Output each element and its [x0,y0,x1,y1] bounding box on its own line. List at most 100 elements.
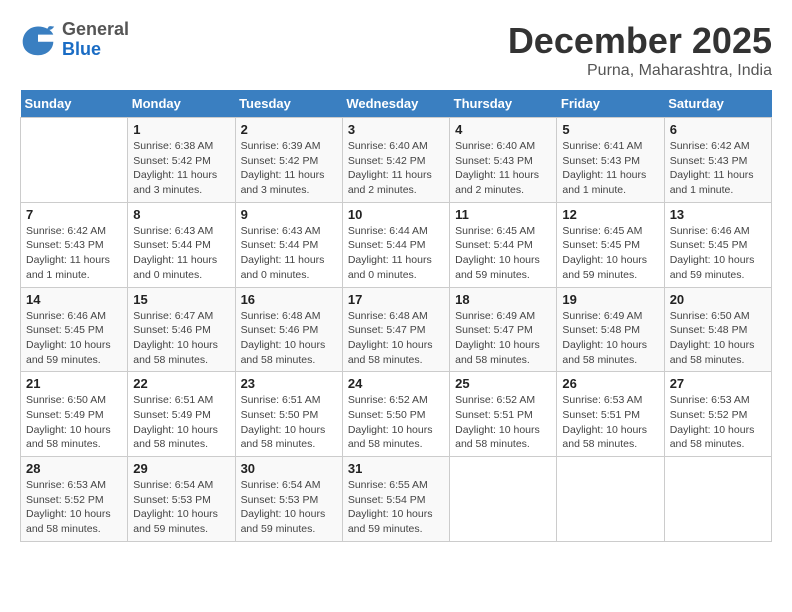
table-row: 25 Sunrise: 6:52 AMSunset: 5:51 PMDayligh… [450,372,557,457]
table-row [21,118,128,203]
calendar-header-row: Sunday Monday Tuesday Wednesday Thursday… [21,90,772,118]
day-number: 15 [133,292,229,307]
table-row: 9 Sunrise: 6:43 AMSunset: 5:44 PMDaylight… [235,202,342,287]
table-row: 19 Sunrise: 6:49 AMSunset: 5:48 PMDayligh… [557,287,664,372]
day-info: Sunrise: 6:53 AMSunset: 5:52 PMDaylight:… [670,393,766,452]
table-row: 14Sunrise: 6:46 AMSunset: 5:45 PMDayligh… [21,287,128,372]
day-number: 11 [455,207,551,222]
day-info: Sunrise: 6:51 AMSunset: 5:49 PMDaylight:… [133,393,229,452]
logo: General Blue [20,20,129,60]
header-tuesday: Tuesday [235,90,342,118]
day-number: 30 [241,461,337,476]
header-friday: Friday [557,90,664,118]
day-number: 1 [133,122,229,137]
table-row: 27Sunrise: 6:53 AMSunset: 5:52 PMDayligh… [664,372,771,457]
day-info: Sunrise: 6:43 AMSunset: 5:44 PMDaylight:… [241,224,337,283]
table-row: 23Sunrise: 6:51 AMSunset: 5:50 PMDayligh… [235,372,342,457]
day-number: 24 [348,376,444,391]
calendar-week-row: 14Sunrise: 6:46 AMSunset: 5:45 PMDayligh… [21,287,772,372]
day-number: 28 [26,461,122,476]
calendar-week-row: 1 Sunrise: 6:38 AMSunset: 5:42 PMDaylight… [21,118,772,203]
day-number: 19 [562,292,658,307]
day-info: Sunrise: 6:40 AMSunset: 5:43 PMDaylight:… [455,139,551,198]
table-row: 4Sunrise: 6:40 AMSunset: 5:43 PMDaylight… [450,118,557,203]
table-row: 18 Sunrise: 6:49 AMSunset: 5:47 PMDayligh… [450,287,557,372]
day-number: 21 [26,376,122,391]
table-row: 7 Sunrise: 6:42 AMSunset: 5:43 PMDaylight… [21,202,128,287]
day-number: 7 [26,207,122,222]
day-info: Sunrise: 6:50 AMSunset: 5:48 PMDaylight:… [670,309,766,368]
day-info: Sunrise: 6:40 AMSunset: 5:42 PMDaylight:… [348,139,444,198]
location-subtitle: Purna, Maharashtra, India [508,62,772,80]
header-saturday: Saturday [664,90,771,118]
day-info: Sunrise: 6:43 AMSunset: 5:44 PMDaylight:… [133,224,229,283]
table-row [450,457,557,542]
day-number: 26 [562,376,658,391]
day-info: Sunrise: 6:55 AMSunset: 5:54 PMDaylight:… [348,478,444,537]
day-info: Sunrise: 6:41 AMSunset: 5:43 PMDaylight:… [562,139,658,198]
table-row: 28 Sunrise: 6:53 AMSunset: 5:52 PMDayligh… [21,457,128,542]
day-number: 13 [670,207,766,222]
header-sunday: Sunday [21,90,128,118]
day-info: Sunrise: 6:42 AMSunset: 5:43 PMDaylight:… [670,139,766,198]
table-row: 24 Sunrise: 6:52 AMSunset: 5:50 PMDayligh… [342,372,449,457]
day-number: 3 [348,122,444,137]
table-row [664,457,771,542]
day-info: Sunrise: 6:38 AMSunset: 5:42 PMDaylight:… [133,139,229,198]
header-wednesday: Wednesday [342,90,449,118]
table-row: 3 Sunrise: 6:40 AMSunset: 5:42 PMDaylight… [342,118,449,203]
day-number: 22 [133,376,229,391]
day-number: 5 [562,122,658,137]
table-row: 17Sunrise: 6:48 AMSunset: 5:47 PMDayligh… [342,287,449,372]
page-header: General Blue December 2025 Purna, Mahara… [20,20,772,80]
day-info: Sunrise: 6:48 AMSunset: 5:46 PMDaylight:… [241,309,337,368]
header-thursday: Thursday [450,90,557,118]
day-info: Sunrise: 6:54 AMSunset: 5:53 PMDaylight:… [133,478,229,537]
calendar-week-row: 7 Sunrise: 6:42 AMSunset: 5:43 PMDaylight… [21,202,772,287]
logo-icon [20,22,56,58]
day-info: Sunrise: 6:52 AMSunset: 5:50 PMDaylight:… [348,393,444,452]
table-row: 16 Sunrise: 6:48 AMSunset: 5:46 PMDayligh… [235,287,342,372]
table-row: 15Sunrise: 6:47 AMSunset: 5:46 PMDayligh… [128,287,235,372]
table-row: 1 Sunrise: 6:38 AMSunset: 5:42 PMDaylight… [128,118,235,203]
table-row: 11 Sunrise: 6:45 AMSunset: 5:44 PMDayligh… [450,202,557,287]
day-info: Sunrise: 6:44 AMSunset: 5:44 PMDaylight:… [348,224,444,283]
table-row: 5 Sunrise: 6:41 AMSunset: 5:43 PMDaylight… [557,118,664,203]
day-number: 31 [348,461,444,476]
logo-blue: Blue [62,40,129,60]
table-row: 8Sunrise: 6:43 AMSunset: 5:44 PMDaylight… [128,202,235,287]
day-number: 6 [670,122,766,137]
day-info: Sunrise: 6:52 AMSunset: 5:51 PMDaylight:… [455,393,551,452]
day-number: 29 [133,461,229,476]
logo-text: General Blue [62,20,129,60]
day-number: 14 [26,292,122,307]
day-number: 10 [348,207,444,222]
day-number: 16 [241,292,337,307]
table-row: 31 Sunrise: 6:55 AMSunset: 5:54 PMDayligh… [342,457,449,542]
table-row: 22 Sunrise: 6:51 AMSunset: 5:49 PMDayligh… [128,372,235,457]
table-row: 2Sunrise: 6:39 AMSunset: 5:42 PMDaylight… [235,118,342,203]
day-info: Sunrise: 6:45 AMSunset: 5:44 PMDaylight:… [455,224,551,283]
day-info: Sunrise: 6:42 AMSunset: 5:43 PMDaylight:… [26,224,122,283]
day-info: Sunrise: 6:53 AMSunset: 5:52 PMDaylight:… [26,478,122,537]
title-block: December 2025 Purna, Maharashtra, India [508,20,772,80]
day-info: Sunrise: 6:49 AMSunset: 5:47 PMDaylight:… [455,309,551,368]
calendar-week-row: 21Sunrise: 6:50 AMSunset: 5:49 PMDayligh… [21,372,772,457]
table-row: 21Sunrise: 6:50 AMSunset: 5:49 PMDayligh… [21,372,128,457]
day-number: 9 [241,207,337,222]
day-info: Sunrise: 6:54 AMSunset: 5:53 PMDaylight:… [241,478,337,537]
table-row: 12Sunrise: 6:45 AMSunset: 5:45 PMDayligh… [557,202,664,287]
day-info: Sunrise: 6:48 AMSunset: 5:47 PMDaylight:… [348,309,444,368]
month-title: December 2025 [508,20,772,62]
day-number: 18 [455,292,551,307]
day-info: Sunrise: 6:39 AMSunset: 5:42 PMDaylight:… [241,139,337,198]
table-row: 26 Sunrise: 6:53 AMSunset: 5:51 PMDayligh… [557,372,664,457]
day-info: Sunrise: 6:51 AMSunset: 5:50 PMDaylight:… [241,393,337,452]
day-number: 25 [455,376,551,391]
table-row: 30 Sunrise: 6:54 AMSunset: 5:53 PMDayligh… [235,457,342,542]
day-info: Sunrise: 6:46 AMSunset: 5:45 PMDaylight:… [670,224,766,283]
table-row: 13 Sunrise: 6:46 AMSunset: 5:45 PMDayligh… [664,202,771,287]
day-info: Sunrise: 6:49 AMSunset: 5:48 PMDaylight:… [562,309,658,368]
day-info: Sunrise: 6:45 AMSunset: 5:45 PMDaylight:… [562,224,658,283]
day-info: Sunrise: 6:53 AMSunset: 5:51 PMDaylight:… [562,393,658,452]
